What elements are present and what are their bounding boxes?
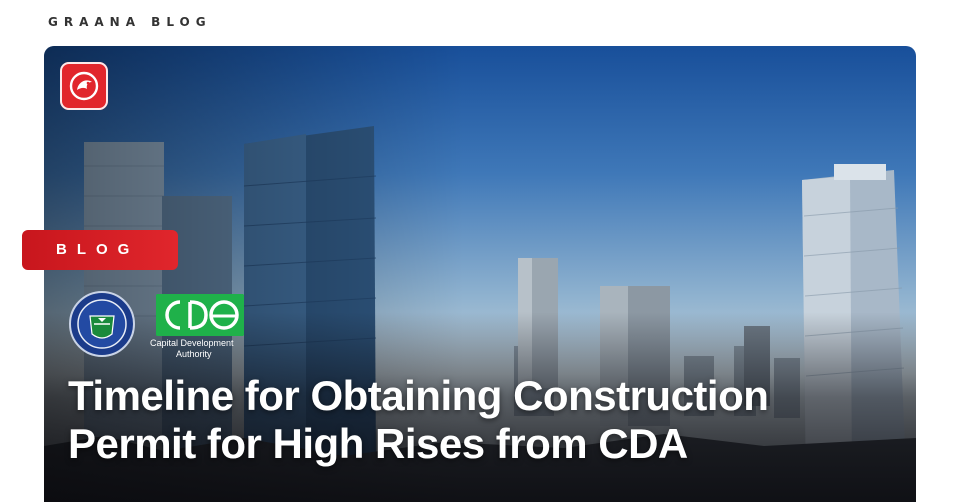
post-title[interactable]: Timeline for Obtaining Construction Perm… (68, 372, 828, 468)
cda-logo-icon (156, 294, 244, 336)
brand-name: GRAANA BLOG (48, 15, 212, 29)
cda-caption: Capital Development Authority (150, 338, 260, 360)
islamabad-emblem-icon (69, 291, 135, 357)
blog-tag[interactable]: BLOG (22, 230, 178, 270)
post-title-line2: Permit for High Rises from CDA (68, 420, 688, 467)
post-title-line1: Timeline for Obtaining Construction (68, 372, 769, 419)
graana-bird-icon (60, 62, 108, 110)
cda-caption-line1: Capital Development (150, 338, 234, 348)
cda-logo: Capital Development Authority (150, 294, 246, 364)
cda-caption-line2: Authority (176, 349, 212, 359)
